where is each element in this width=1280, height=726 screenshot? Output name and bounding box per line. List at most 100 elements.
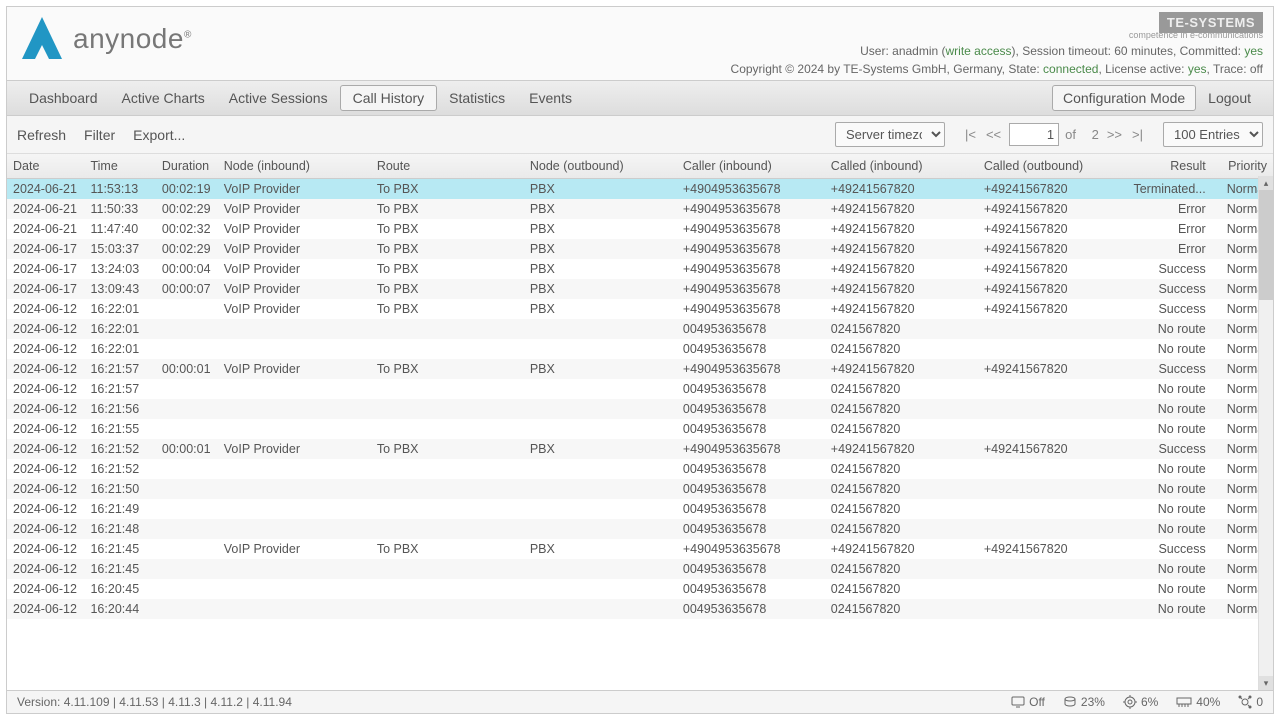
cell-ci: +4904953635678 — [677, 259, 825, 279]
nav-events[interactable]: Events — [517, 86, 584, 110]
cell-res: No route — [1126, 379, 1212, 399]
nav-active-sessions[interactable]: Active Sessions — [217, 86, 340, 110]
logout-link[interactable]: Logout — [1196, 86, 1263, 110]
cell-d: 2024-06-12 — [7, 339, 84, 359]
cell-ci: 004953635678 — [677, 559, 825, 579]
cell-d: 2024-06-12 — [7, 439, 84, 459]
cell-co: +49241567820 — [978, 299, 1126, 319]
cell-ci: 004953635678 — [677, 599, 825, 619]
cell-d: 2024-06-21 — [7, 179, 84, 200]
cell-d: 2024-06-17 — [7, 259, 84, 279]
cell-dur — [156, 559, 218, 579]
export-link[interactable]: Export... — [133, 127, 185, 143]
nav-statistics[interactable]: Statistics — [437, 86, 517, 110]
cell-out — [524, 459, 677, 479]
cell-co — [978, 419, 1126, 439]
cell-t: 16:22:01 — [84, 319, 155, 339]
scroll-thumb[interactable] — [1259, 190, 1273, 300]
refresh-link[interactable]: Refresh — [17, 127, 66, 143]
cell-dur — [156, 519, 218, 539]
table-row[interactable]: 2024-06-1216:21:560049536356780241567820… — [7, 399, 1273, 419]
cell-r: To PBX — [371, 199, 524, 219]
table-row[interactable]: 2024-06-1216:21:520049536356780241567820… — [7, 459, 1273, 479]
cell-co — [978, 379, 1126, 399]
cell-t: 16:21:52 — [84, 439, 155, 459]
scroll-up-icon[interactable]: ▴ — [1259, 176, 1273, 190]
cell-co — [978, 339, 1126, 359]
table-row[interactable]: 2024-06-1216:21:550049536356780241567820… — [7, 419, 1273, 439]
table-row[interactable]: 2024-06-1216:21:480049536356780241567820… — [7, 519, 1273, 539]
filter-link[interactable]: Filter — [84, 127, 115, 143]
cell-r — [371, 319, 524, 339]
table-scrollbar[interactable]: ▴ ▾ — [1258, 176, 1273, 690]
col-date[interactable]: Date — [7, 154, 84, 179]
pager-next[interactable]: >> — [1105, 127, 1124, 142]
col-node-inbound[interactable]: Node (inbound) — [218, 154, 371, 179]
col-called-inbound[interactable]: Called (inbound) — [825, 154, 978, 179]
table-row[interactable]: 2024-06-1216:22:010049536356780241567820… — [7, 339, 1273, 359]
table-row[interactable]: 2024-06-1216:21:570049536356780241567820… — [7, 379, 1273, 399]
table-row[interactable]: 2024-06-1216:21:490049536356780241567820… — [7, 499, 1273, 519]
cell-out — [524, 579, 677, 599]
table-row[interactable]: 2024-06-1216:22:010049536356780241567820… — [7, 319, 1273, 339]
cell-in: VoIP Provider — [218, 299, 371, 319]
cell-out: PBX — [524, 239, 677, 259]
cell-ci: +4904953635678 — [677, 179, 825, 200]
table-row[interactable]: 2024-06-1715:03:3700:02:29VoIP ProviderT… — [7, 239, 1273, 259]
col-priority[interactable]: Priority — [1212, 154, 1273, 179]
col-node-outbound[interactable]: Node (outbound) — [524, 154, 677, 179]
status-network: 0 — [1238, 695, 1263, 709]
cell-dur — [156, 339, 218, 359]
table-row[interactable]: 2024-06-1216:22:01VoIP ProviderTo PBXPBX… — [7, 299, 1273, 319]
cell-in — [218, 419, 371, 439]
cell-out: PBX — [524, 359, 677, 379]
timezone-select[interactable]: Server timezone — [835, 122, 945, 147]
nav-active-charts[interactable]: Active Charts — [110, 86, 217, 110]
table-row[interactable]: 2024-06-2111:50:3300:02:29VoIP ProviderT… — [7, 199, 1273, 219]
cell-ci: 004953635678 — [677, 319, 825, 339]
table-row[interactable]: 2024-06-1713:24:0300:00:04VoIP ProviderT… — [7, 259, 1273, 279]
col-time[interactable]: Time — [84, 154, 155, 179]
cell-d: 2024-06-12 — [7, 459, 84, 479]
cell-cd: +49241567820 — [825, 279, 978, 299]
table-row[interactable]: 2024-06-1216:21:45VoIP ProviderTo PBXPBX… — [7, 539, 1273, 559]
scroll-down-icon[interactable]: ▾ — [1259, 676, 1273, 690]
cell-d: 2024-06-12 — [7, 599, 84, 619]
configuration-mode-button[interactable]: Configuration Mode — [1052, 85, 1196, 111]
table-row[interactable]: 2024-06-1216:21:450049536356780241567820… — [7, 559, 1273, 579]
cell-ci: 004953635678 — [677, 499, 825, 519]
cell-cd: 0241567820 — [825, 559, 978, 579]
col-called-outbound[interactable]: Called (outbound) — [978, 154, 1126, 179]
cell-t: 13:24:03 — [84, 259, 155, 279]
table-row[interactable]: 2024-06-1713:09:4300:00:07VoIP ProviderT… — [7, 279, 1273, 299]
table-row[interactable]: 2024-06-1216:20:450049536356780241567820… — [7, 579, 1273, 599]
table-row[interactable]: 2024-06-1216:20:440049536356780241567820… — [7, 599, 1273, 619]
cell-dur — [156, 479, 218, 499]
cell-out: PBX — [524, 179, 677, 200]
cell-t: 16:21:56 — [84, 399, 155, 419]
table-row[interactable]: 2024-06-2111:47:4000:02:32VoIP ProviderT… — [7, 219, 1273, 239]
col-route[interactable]: Route — [371, 154, 524, 179]
entries-select[interactable]: 100 Entries — [1163, 122, 1263, 147]
cell-ci: +4904953635678 — [677, 199, 825, 219]
col-duration[interactable]: Duration — [156, 154, 218, 179]
cell-ci: +4904953635678 — [677, 439, 825, 459]
nav-dashboard[interactable]: Dashboard — [17, 86, 110, 110]
pager-first[interactable]: |< — [963, 127, 978, 142]
table-row[interactable]: 2024-06-2111:53:1300:02:19VoIP ProviderT… — [7, 179, 1273, 200]
cell-cd: 0241567820 — [825, 499, 978, 519]
cell-dur — [156, 399, 218, 419]
col-caller-inbound[interactable]: Caller (inbound) — [677, 154, 825, 179]
col-result[interactable]: Result — [1126, 154, 1212, 179]
pager-prev[interactable]: << — [984, 127, 1003, 142]
cell-t: 16:21:45 — [84, 559, 155, 579]
pager-last[interactable]: >| — [1130, 127, 1145, 142]
page-input[interactable] — [1009, 123, 1059, 146]
cell-co: +49241567820 — [978, 439, 1126, 459]
nav-call-history[interactable]: Call History — [340, 85, 438, 111]
table-row[interactable]: 2024-06-1216:21:5200:00:01VoIP ProviderT… — [7, 439, 1273, 459]
cell-co: +49241567820 — [978, 259, 1126, 279]
table-row[interactable]: 2024-06-1216:21:5700:00:01VoIP ProviderT… — [7, 359, 1273, 379]
table-row[interactable]: 2024-06-1216:21:500049536356780241567820… — [7, 479, 1273, 499]
brand: anynode® — [17, 15, 192, 63]
